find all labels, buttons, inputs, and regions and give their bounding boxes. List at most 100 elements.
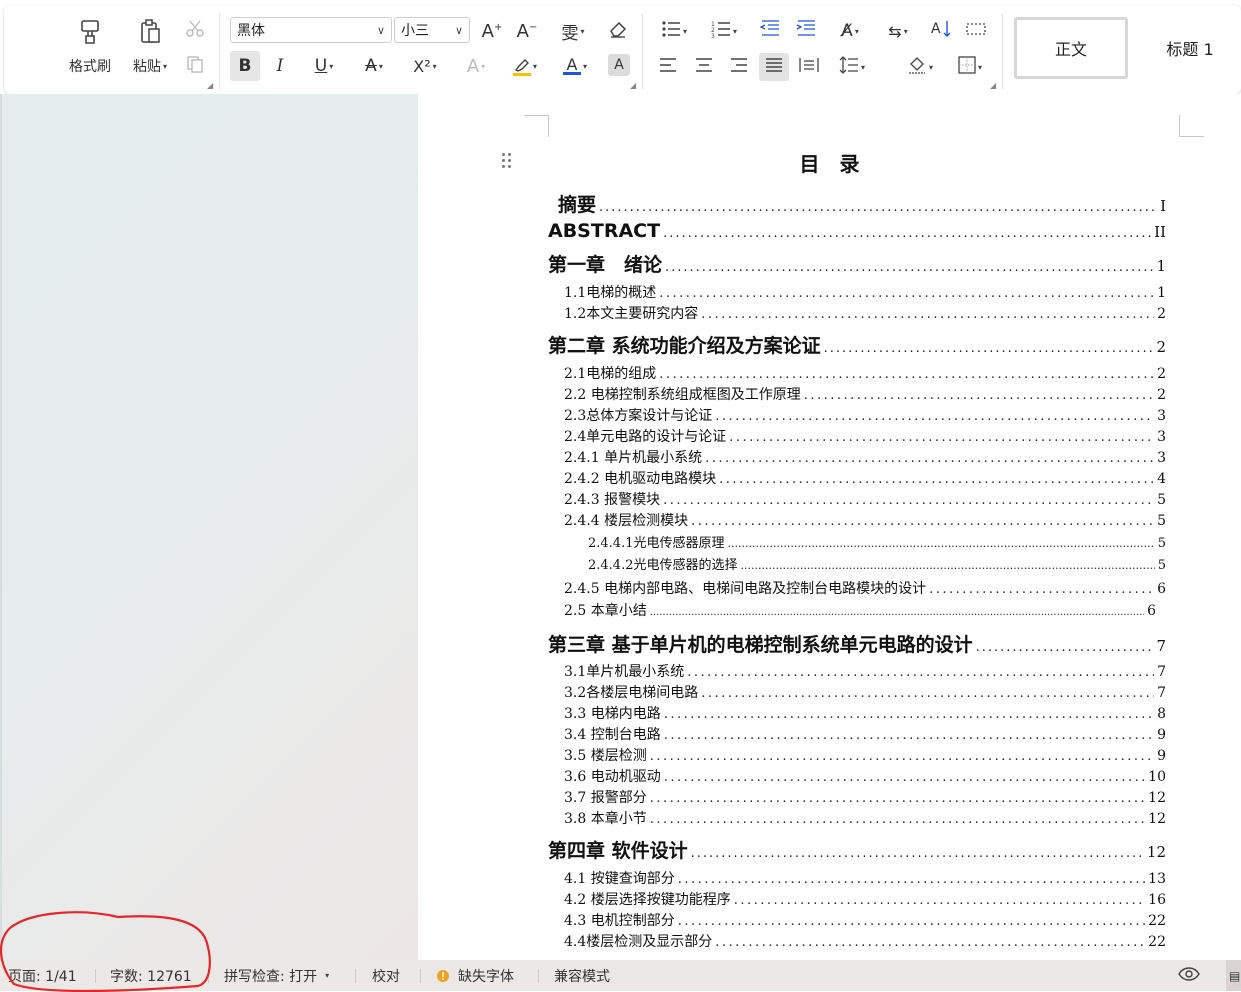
toc-entry[interactable]: 2.4单元电路的设计与论证...........................…: [564, 426, 1166, 446]
toc-entry-text: 4.1 按键查询部分: [564, 871, 675, 887]
toc-entry[interactable]: 2.5 本章小结................................…: [564, 600, 1156, 620]
align-center-icon: [695, 57, 713, 77]
toc-entry[interactable]: 摘要......................................…: [558, 190, 1166, 217]
font-color-button[interactable]: A ▾: [554, 51, 596, 81]
document-page[interactable]: 目 录 摘要..................................…: [418, 94, 1241, 960]
toc-entry[interactable]: 4.2 楼层选择按键功能程序..........................…: [564, 889, 1166, 909]
text-flow-button[interactable]: ⇆ ▾: [878, 17, 918, 45]
missing-font-button[interactable]: 缺失字体: [436, 960, 514, 991]
toc-entry[interactable]: 2.2 电梯控制系统组成框图及工作原理.....................…: [564, 384, 1166, 404]
chevron-down-icon: ∨: [376, 23, 385, 37]
page-view-button[interactable]: ▤: [1226, 960, 1241, 991]
toc-entry[interactable]: 第一章 绪论..................................…: [548, 250, 1166, 277]
paragraph-launcher-icon[interactable]: ◢: [990, 81, 996, 90]
justify-button[interactable]: [759, 53, 789, 81]
show-marks-button[interactable]: [962, 17, 990, 45]
toc-entry[interactable]: 2.4.5 电梯内部电路、电梯间电路及控制台电路模块的设计...........…: [564, 578, 1166, 598]
toc-page-number: 9: [1157, 748, 1166, 764]
borders-button[interactable]: ▾: [950, 53, 990, 81]
align-center-button[interactable]: [690, 53, 718, 81]
toc-entry-text: 3.6 电动机驱动: [564, 769, 661, 785]
chevron-down-icon: ▾: [682, 26, 687, 36]
line-spacing-button[interactable]: ▾: [832, 53, 872, 81]
indent-icon: [796, 20, 816, 42]
cut-button[interactable]: [182, 17, 208, 43]
text-direction-button[interactable]: A̸ ▾: [830, 17, 870, 45]
font-family-select[interactable]: 黑体 ∨: [230, 17, 392, 43]
clipboard-launcher-icon[interactable]: ◢: [207, 81, 213, 90]
decrease-indent-button[interactable]: [756, 17, 784, 45]
toc-entry[interactable]: 3.8 本章小节................................…: [564, 808, 1166, 828]
toc-entry[interactable]: 2.4.4.1光电传感器原理..........................…: [588, 532, 1166, 551]
font-size-select[interactable]: 小三 ∨: [394, 17, 470, 43]
toc-entry[interactable]: 2.4.1 单片机最小系统...........................…: [564, 447, 1166, 467]
toc-entry-text: 4.3 电机控制部分: [564, 913, 675, 929]
text-effects-button[interactable]: A ▾: [456, 51, 496, 81]
format-painter-button[interactable]: 格式刷: [60, 15, 120, 79]
font-launcher-icon[interactable]: ◢: [630, 81, 636, 90]
shading-button[interactable]: ▾: [900, 53, 940, 81]
copy-button[interactable]: [182, 53, 208, 79]
toc-entry[interactable]: 3.5 楼层检测................................…: [564, 745, 1166, 765]
toc-page-number: 7: [1157, 685, 1166, 701]
toc-entry[interactable]: 第二章 系统功能介绍及方案论证.........................…: [548, 331, 1166, 358]
toc-entry[interactable]: 1.2本文主要研究内容.............................…: [564, 303, 1166, 323]
toc-entry[interactable]: 4.3 电机控制部分..............................…: [564, 910, 1166, 930]
grow-font-button[interactable]: A+: [478, 17, 506, 45]
compatibility-mode: 兼容模式: [554, 968, 610, 985]
align-left-button[interactable]: [654, 53, 682, 81]
toc-entry[interactable]: ABSTRACT................................…: [548, 220, 1166, 242]
toc-entry[interactable]: 3.6 电动机驱动...............................…: [564, 766, 1166, 786]
align-right-button[interactable]: [725, 53, 753, 81]
status-divider: [420, 969, 421, 983]
phonetic-guide-button[interactable]: 雯 ▾: [552, 17, 594, 45]
toc-entry[interactable]: 2.4.2 电机驱动电路模块..........................…: [564, 468, 1166, 488]
toc-page-number: 7: [1157, 664, 1166, 680]
toc-entry[interactable]: 第四章 软件设计................................…: [548, 836, 1166, 863]
toc-entry[interactable]: 2.4.3 报警模块..............................…: [564, 489, 1166, 509]
italic-button[interactable]: I: [265, 51, 295, 81]
page-indicator[interactable]: 页面: 1/41: [8, 960, 77, 991]
superscript-button[interactable]: X² ▾: [404, 51, 446, 81]
strikethrough-button[interactable]: A ▾: [354, 51, 394, 81]
toc-entry[interactable]: 3.3 电梯内电路...............................…: [564, 703, 1166, 723]
toc-entry[interactable]: 2.3总体方案设计与论证............................…: [564, 405, 1166, 425]
bold-button[interactable]: B: [230, 51, 260, 81]
toc-leader-dots: ........................................…: [690, 846, 1144, 861]
proofing-button[interactable]: 校对: [372, 960, 400, 991]
toc-entry[interactable]: 2.4.4 楼层检测模块............................…: [564, 510, 1166, 530]
underline-button[interactable]: U ▾: [304, 51, 344, 81]
toc-entry[interactable]: 4.4楼层检测及显示部分............................…: [564, 931, 1166, 951]
paste-button[interactable]: 粘贴 ▾: [126, 15, 174, 79]
sort-button[interactable]: A: [928, 17, 956, 45]
toc-page-number: 10: [1148, 769, 1166, 785]
chevron-down-icon: ▾: [903, 26, 908, 36]
toc-entry[interactable]: 第三章 基于单片机的电梯控制系统单元电路的设计.................…: [548, 630, 1166, 657]
toc-entry[interactable]: 3.2各楼层电梯间电路.............................…: [564, 682, 1166, 702]
highlight-button[interactable]: ▾: [504, 51, 546, 81]
spell-check-toggle[interactable]: 拼写检查: 打开 ▾: [224, 960, 329, 991]
toc-entry[interactable]: 3.4 控制台电路...............................…: [564, 724, 1166, 744]
reading-mode-button[interactable]: [1178, 960, 1200, 991]
distributed-button[interactable]: [795, 53, 823, 81]
toc-entry-text: 2.4.4.1光电传感器原理: [588, 536, 725, 551]
toc-entry[interactable]: 4.1 按键查询部分..............................…: [564, 868, 1166, 888]
toc-entry[interactable]: 2.4.4.2光电传感器的选择.........................…: [588, 554, 1166, 573]
toc-entry-text: 1.2本文主要研究内容: [564, 306, 699, 322]
toc-entry[interactable]: 2.1电梯的组成................................…: [564, 363, 1166, 383]
character-shading-button[interactable]: A: [608, 54, 630, 76]
style-normal[interactable]: 正文: [1014, 17, 1128, 79]
style-heading-1[interactable]: 标题 1: [1134, 17, 1241, 79]
paste-icon: [136, 18, 164, 50]
bullets-button[interactable]: ▾: [654, 17, 694, 45]
numbering-button[interactable]: 1 2 3 ▾: [704, 17, 744, 45]
toc-leader-dots: ........................................…: [727, 537, 1155, 550]
toc-page-number: 13: [1148, 871, 1166, 887]
shrink-font-button[interactable]: A−: [513, 17, 541, 45]
toc-entry[interactable]: 1.1电梯的概述................................…: [564, 282, 1166, 302]
toc-entry[interactable]: 3.7 报警部分................................…: [564, 787, 1166, 807]
clear-format-button[interactable]: [604, 17, 632, 45]
word-count[interactable]: 字数: 12761: [110, 960, 192, 991]
toc-entry[interactable]: 3.1单片机最小系统..............................…: [564, 661, 1166, 681]
increase-indent-button[interactable]: [792, 17, 820, 45]
